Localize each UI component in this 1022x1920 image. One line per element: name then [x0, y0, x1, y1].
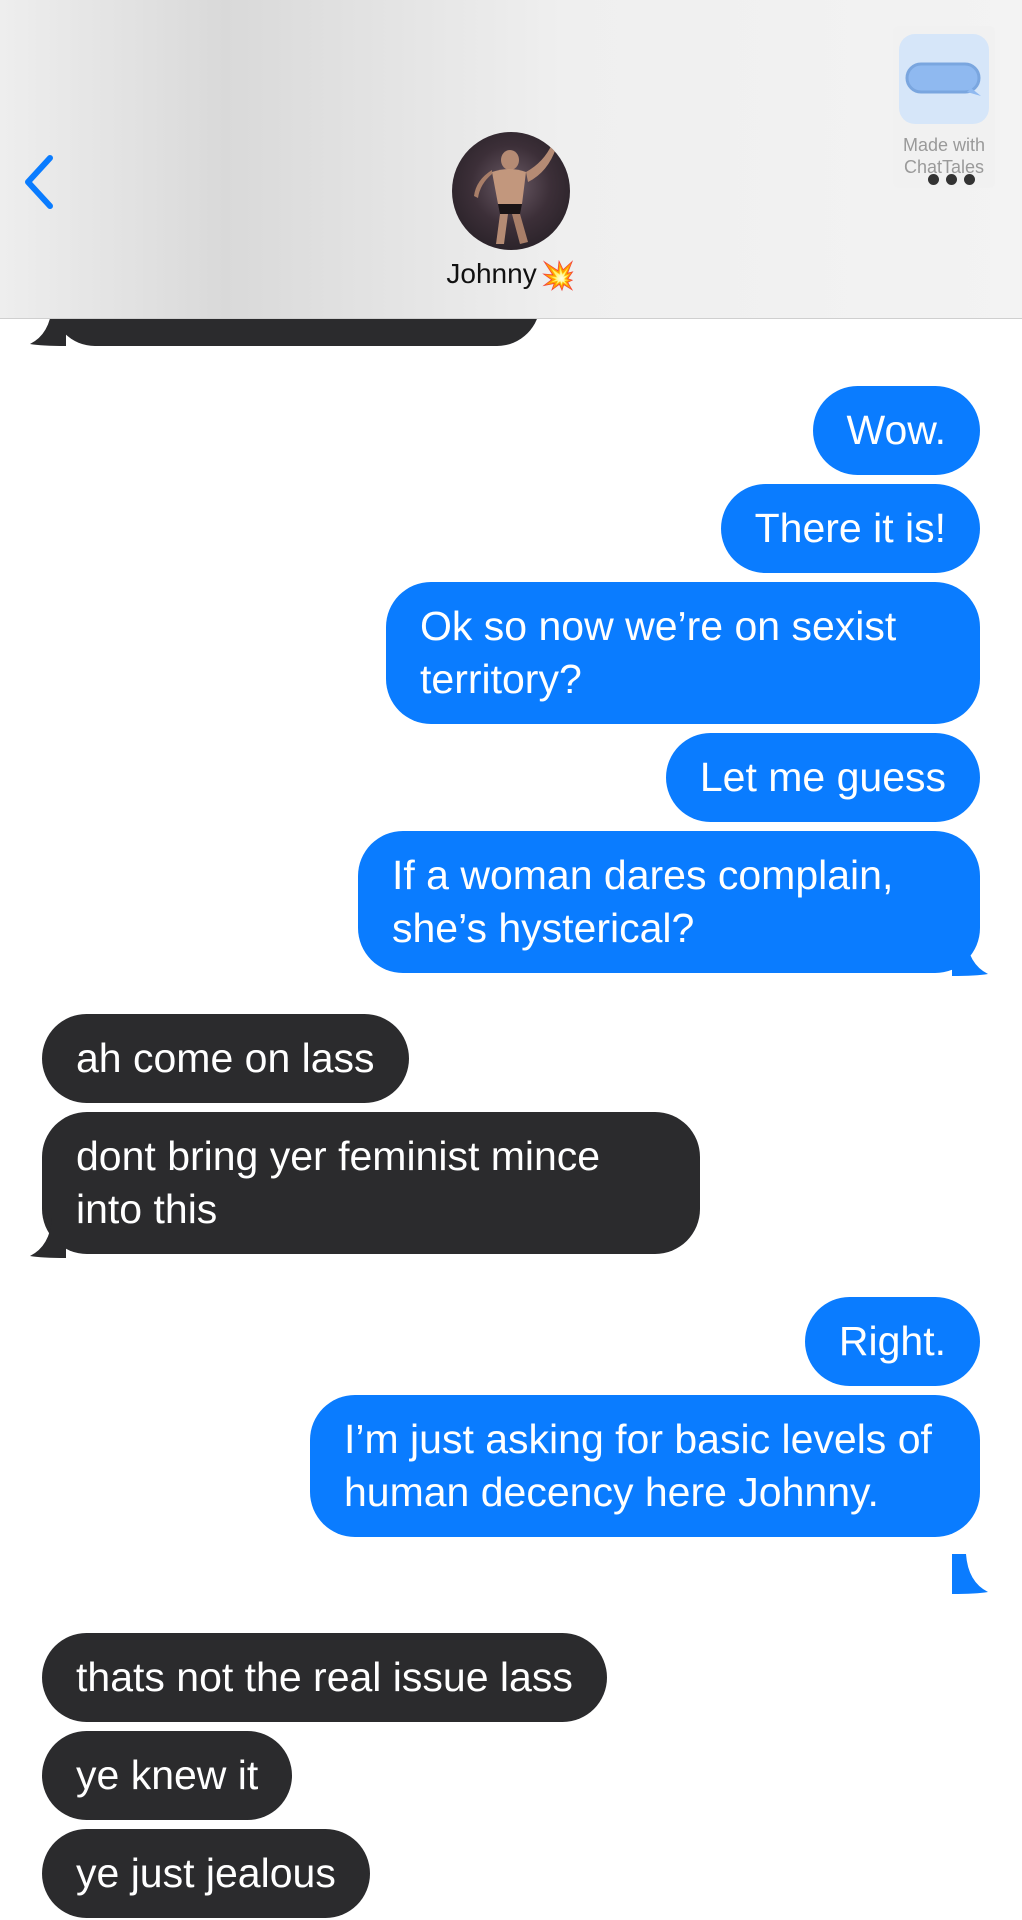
message-bubble-outgoing[interactable]: There it is!: [720, 484, 980, 573]
message-bubble-incoming[interactable]: ye knew it: [42, 1731, 293, 1820]
conversation-header: Johnny 💥 Made with ChatTales: [0, 0, 1022, 319]
avatar-image: [474, 144, 556, 244]
ellipsis-icon: [946, 174, 957, 185]
message-bubble-outgoing[interactable]: Right.: [804, 1297, 980, 1386]
message-bubble-incoming[interactable]: ah come on lass: [42, 1014, 409, 1103]
bubble-tail: [952, 1554, 988, 1594]
contact-emoji: 💥: [540, 260, 576, 292]
watermark-line-1: Made with: [902, 135, 986, 155]
more-button[interactable]: [928, 172, 984, 186]
message-bubble-outgoing[interactable]: Wow.: [812, 386, 980, 475]
message-bubble-outgoing[interactable]: If a woman dares complain, she’s hysteri…: [358, 831, 980, 973]
watermark: Made with ChatTales: [893, 26, 995, 188]
contact-name: Johnny: [446, 258, 537, 289]
message-bubble-incoming[interactable]: ye just jealous: [42, 1829, 370, 1918]
chevron-left-icon: [25, 155, 53, 209]
ellipsis-icon: [928, 174, 939, 185]
bubble-tail: [952, 936, 988, 976]
chat-bubble-icon: [899, 34, 989, 124]
message-bubble-outgoing[interactable]: I’m just asking for basic levels of huma…: [310, 1395, 980, 1537]
avatar[interactable]: [452, 132, 570, 250]
bubble-tail: [30, 1218, 66, 1258]
message-bubble-outgoing[interactable]: Ok so now we’re on sexist territory?: [386, 582, 980, 724]
message-bubble-incoming[interactable]: thats not the real issue lass: [42, 1633, 607, 1722]
message-bubble-outgoing[interactable]: Let me guess: [665, 733, 980, 822]
back-button[interactable]: [18, 150, 62, 214]
ellipsis-icon: [964, 174, 975, 185]
message-bubble-incoming[interactable]: dont bring yer feminist mince into this: [42, 1112, 700, 1254]
contact-name-row[interactable]: Johnny 💥: [0, 258, 1022, 292]
